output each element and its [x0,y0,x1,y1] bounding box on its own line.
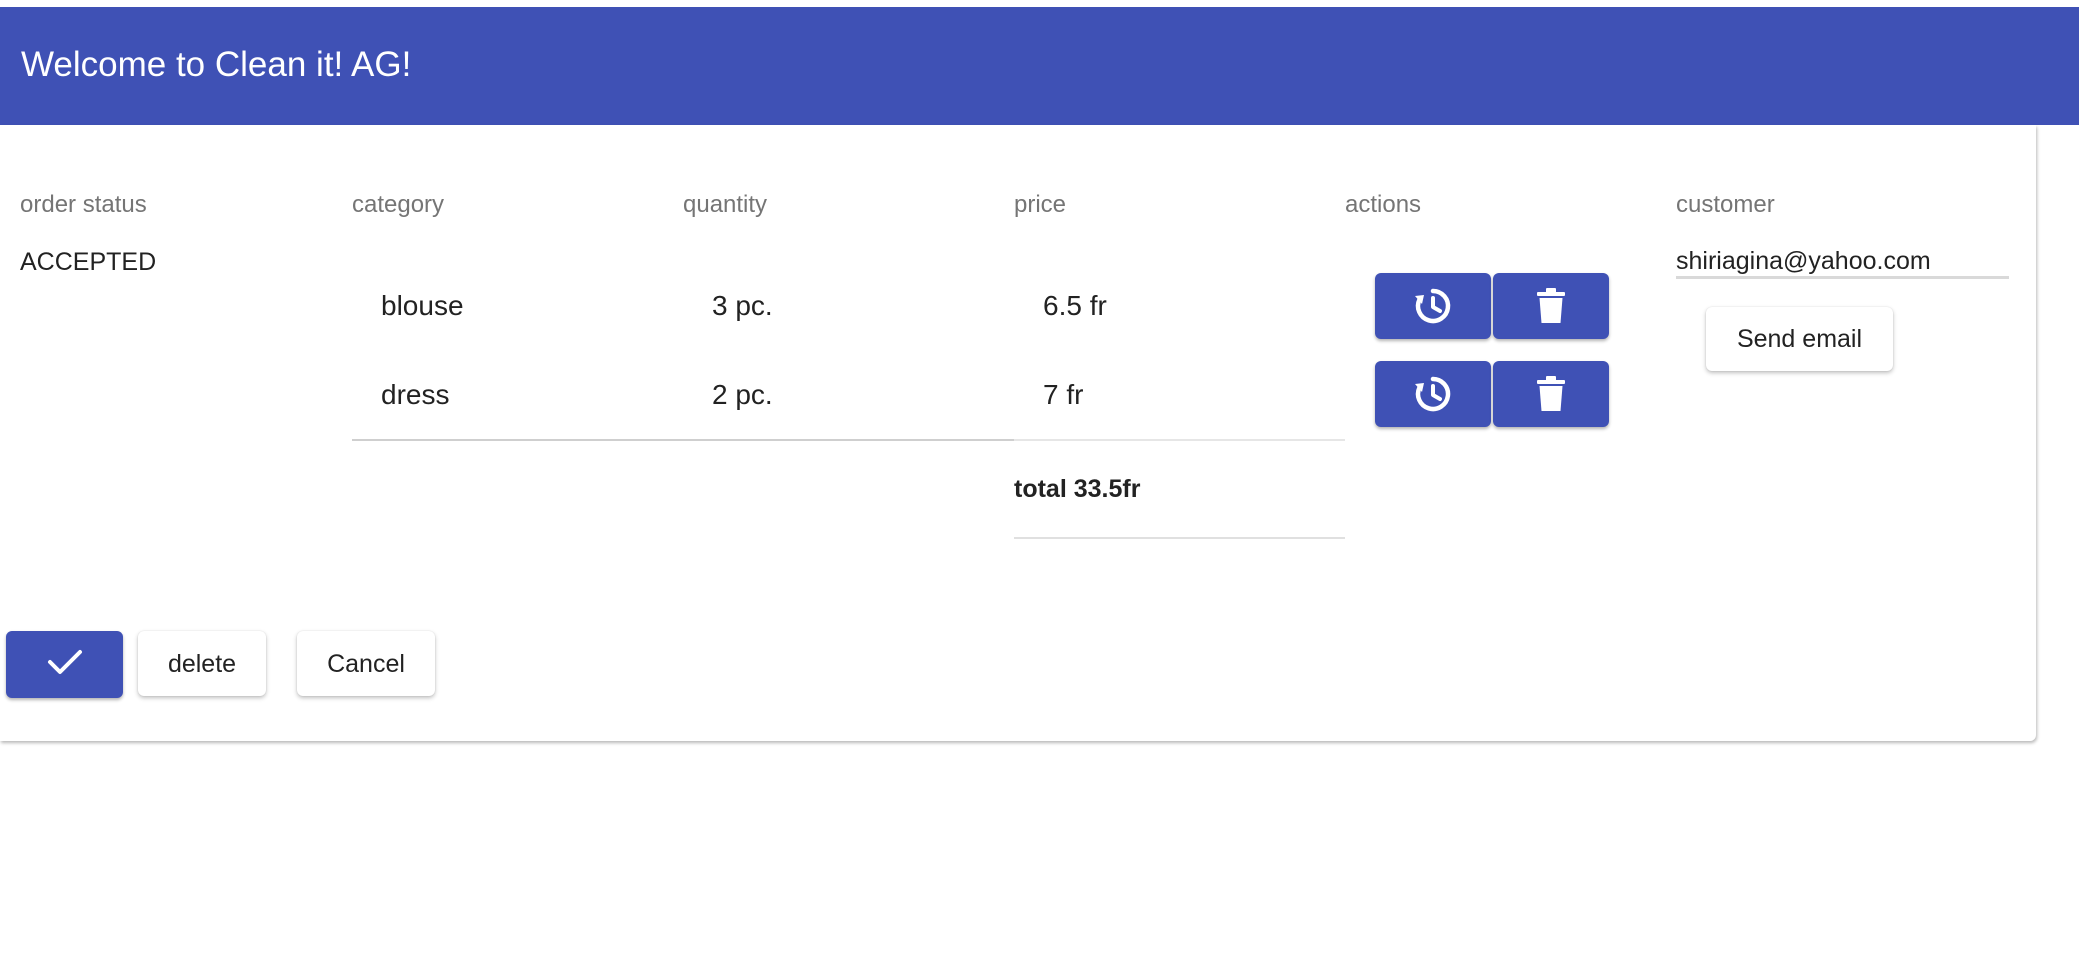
column-header-customer: customer [1676,191,1775,218]
column-header-order-status: order status [20,191,147,218]
page-title: Welcome to Clean it! AG! [21,45,412,84]
history-icon [1413,374,1453,414]
row-2-quantity: 2 pc. [712,379,773,410]
row-1-price: 6.5 fr [1043,290,1107,321]
customer-email[interactable]: shiriagina@yahoo.com [1676,246,1931,276]
table-divider [352,439,1014,441]
row-1-delete-button[interactable] [1493,273,1609,339]
trash-icon [1536,376,1566,412]
row-2-delete-button[interactable] [1493,361,1609,427]
confirm-button[interactable] [6,631,123,698]
send-email-button[interactable]: Send email [1706,307,1893,371]
check-icon [47,648,83,681]
cancel-button[interactable]: Cancel [297,631,435,696]
column-header-category: category [352,191,445,218]
column-header-quantity: quantity [683,191,768,218]
row-1-category: blouse [381,290,464,321]
row-2-category: dress [381,379,450,410]
order-status-value: ACCEPTED [20,248,157,276]
top-strip [0,0,2079,7]
column-header-actions: actions [1345,191,1422,218]
app-header: Welcome to Clean it! AG! [0,7,2079,125]
row-1-history-button[interactable] [1375,273,1491,339]
history-icon [1413,286,1453,326]
email-field-underline [1676,276,2009,279]
row-2-price: 7 fr [1043,379,1084,410]
column-header-price: price [1014,191,1067,218]
row-2-history-button[interactable] [1375,361,1491,427]
total-divider [1014,537,1345,539]
delete-order-button[interactable]: delete [138,631,266,696]
price-divider [1014,439,1345,441]
order-total: total 33.5fr [1014,475,1141,503]
row-1-quantity: 3 pc. [712,290,773,321]
trash-icon [1536,288,1566,324]
